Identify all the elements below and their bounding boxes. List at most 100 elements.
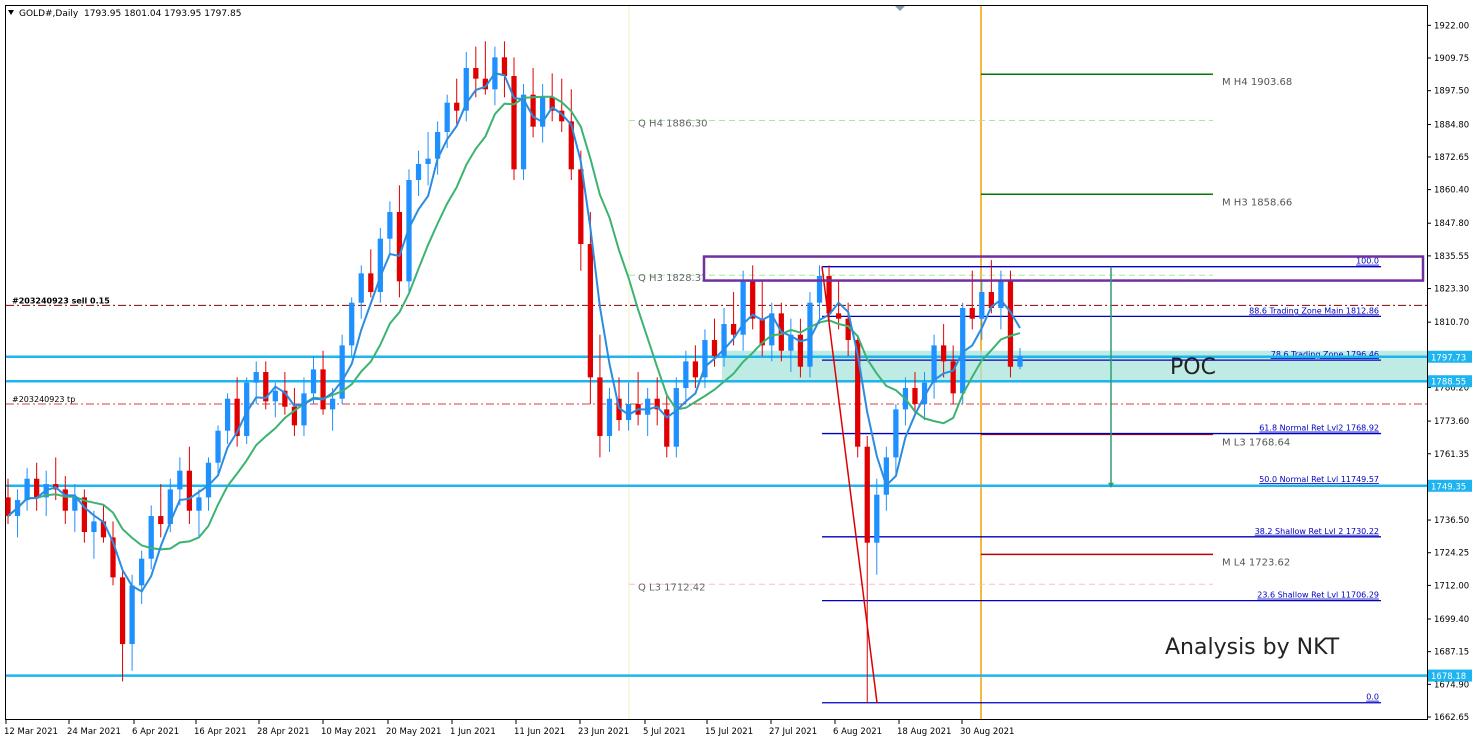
candle-body [597, 377, 603, 437]
candle-body [310, 369, 317, 394]
y-tick-label: 1699.40 [1434, 615, 1469, 625]
candle-body [501, 57, 508, 77]
candle-body [272, 390, 278, 402]
candle-body [473, 68, 479, 79]
x-tick-label: 20 May 2021 [386, 727, 441, 737]
candle-body [893, 409, 899, 458]
y-tick-label: 1847.80 [1434, 219, 1469, 229]
x-tick-label: 5 Jul 2021 [643, 727, 686, 737]
fib-level-label: 88.6 Trading Zone Main 1812.86 [1249, 306, 1379, 315]
candle-body [1017, 356, 1023, 367]
y-tick-label: 1687.15 [1434, 648, 1469, 658]
q-pivot-label: Q L3 1712.42 [638, 582, 706, 593]
candle-body [349, 302, 355, 346]
fib-level-label: 23.6 Shallow Ret Lvl 11706.29 [1257, 591, 1379, 600]
x-tick-label: 16 Apr 2021 [194, 727, 247, 737]
candle-body [34, 478, 40, 498]
ohlc-label: 1793.95 1801.04 1793.95 1797.85 [84, 9, 241, 19]
y-tick-label: 1860.40 [1434, 186, 1469, 196]
candle-body [940, 345, 947, 362]
poc-label: POC [1170, 355, 1216, 380]
candle-body [24, 478, 30, 501]
price-tag-label: 1788.55 [1431, 378, 1466, 388]
candle-body [91, 521, 97, 533]
x-tick-label: 28 Apr 2021 [257, 727, 310, 737]
candle-body [158, 516, 164, 525]
y-tick-label: 1724.25 [1434, 549, 1469, 559]
fib-level-label: 0.0 [1366, 693, 1379, 702]
x-tick-label: 1 Jun 2021 [450, 727, 496, 737]
candle-body [224, 398, 231, 431]
candle-body [148, 516, 154, 559]
candle-body [530, 94, 536, 127]
candle-body [645, 398, 651, 415]
candle-body [683, 361, 689, 389]
candle-body [119, 577, 126, 645]
candle-body [998, 281, 1004, 309]
y-tick-label: 1761.35 [1434, 450, 1469, 460]
analysis-credit: Analysis by NKT [1165, 635, 1340, 660]
q-pivot-label: Q H4 1886.30 [638, 119, 707, 130]
candle-body [606, 398, 613, 437]
candle-body [368, 273, 374, 293]
candle-body [253, 372, 259, 383]
candle-body [883, 457, 889, 495]
fib-level-label: 100.0 [1356, 257, 1379, 266]
candle-body [711, 340, 718, 357]
x-tick-label: 24 Mar 2021 [67, 727, 121, 737]
m-pivot-label: M H3 1858.66 [1222, 197, 1292, 208]
x-tick-label: 15 Jul 2021 [705, 727, 753, 737]
candle-body [81, 497, 88, 533]
m-pivot-label: M L4 1723.62 [1222, 557, 1290, 568]
y-tick-label: 1872.65 [1434, 153, 1469, 163]
symbol-label: GOLD#,Daily [19, 9, 79, 19]
x-tick-label: 6 Apr 2021 [132, 727, 179, 737]
x-tick-label: 30 Aug 2021 [960, 727, 1014, 737]
candle-body [205, 462, 212, 498]
y-tick-label: 1810.70 [1434, 318, 1469, 328]
candle-body [415, 164, 422, 181]
candle-body [425, 158, 431, 165]
candle-body [673, 388, 679, 447]
candle-body [692, 361, 699, 378]
candle-body [625, 404, 632, 421]
candle-body [520, 94, 527, 170]
candle-body [969, 308, 975, 319]
candle-body [587, 244, 594, 378]
candle-body [387, 212, 393, 239]
candle-body [454, 102, 460, 111]
price-tag-label: 1797.73 [1431, 353, 1466, 363]
price-tag-label: 1749.35 [1431, 482, 1466, 492]
candle-body [358, 273, 364, 303]
candle-body [874, 494, 880, 543]
candle-body [129, 585, 135, 645]
y-tick-label: 1736.50 [1434, 516, 1469, 526]
m-pivot-label: M L3 1768.64 [1222, 437, 1290, 448]
x-tick-label: 27 Jul 2021 [769, 727, 817, 737]
y-tick-label: 1823.30 [1434, 285, 1469, 295]
candle-body [444, 102, 450, 133]
x-tick-label: 11 Jun 2021 [514, 727, 565, 737]
chart-header: GOLD#,Daily 1793.95 1801.04 1793.95 1797… [8, 9, 241, 19]
candle-body [835, 313, 842, 319]
y-tick-label: 1662.65 [1434, 713, 1469, 723]
y-tick-label: 1835.55 [1434, 252, 1469, 262]
price-chart[interactable]: Q H4 1886.30 Q H3 1828.31 Q L3 1712.42 M H4… [0, 0, 1476, 743]
candle-body [196, 497, 202, 511]
candle-body [301, 393, 307, 426]
fib-level-label: 50.0 Normal Ret Lvl 11749.57 [1259, 475, 1379, 484]
candle-body [750, 281, 756, 319]
candle-body [1007, 281, 1014, 367]
x-tick-label: 10 May 2021 [321, 727, 376, 737]
candle-body [215, 430, 221, 463]
y-tick-label: 1712.00 [1434, 581, 1469, 591]
candle-body [72, 497, 78, 511]
price-tag-label: 1678.18 [1431, 672, 1466, 682]
candle-body [511, 76, 517, 170]
order-line-label: #203240923 sell 0.15 [12, 296, 110, 305]
chart-window[interactable]: Q H4 1886.30 Q H3 1828.31 Q L3 1712.42 M H4… [0, 0, 1476, 743]
y-tick-label: 1773.60 [1434, 417, 1469, 427]
candle-body [329, 398, 336, 410]
candle-body [186, 470, 193, 511]
candle-body [396, 212, 403, 282]
